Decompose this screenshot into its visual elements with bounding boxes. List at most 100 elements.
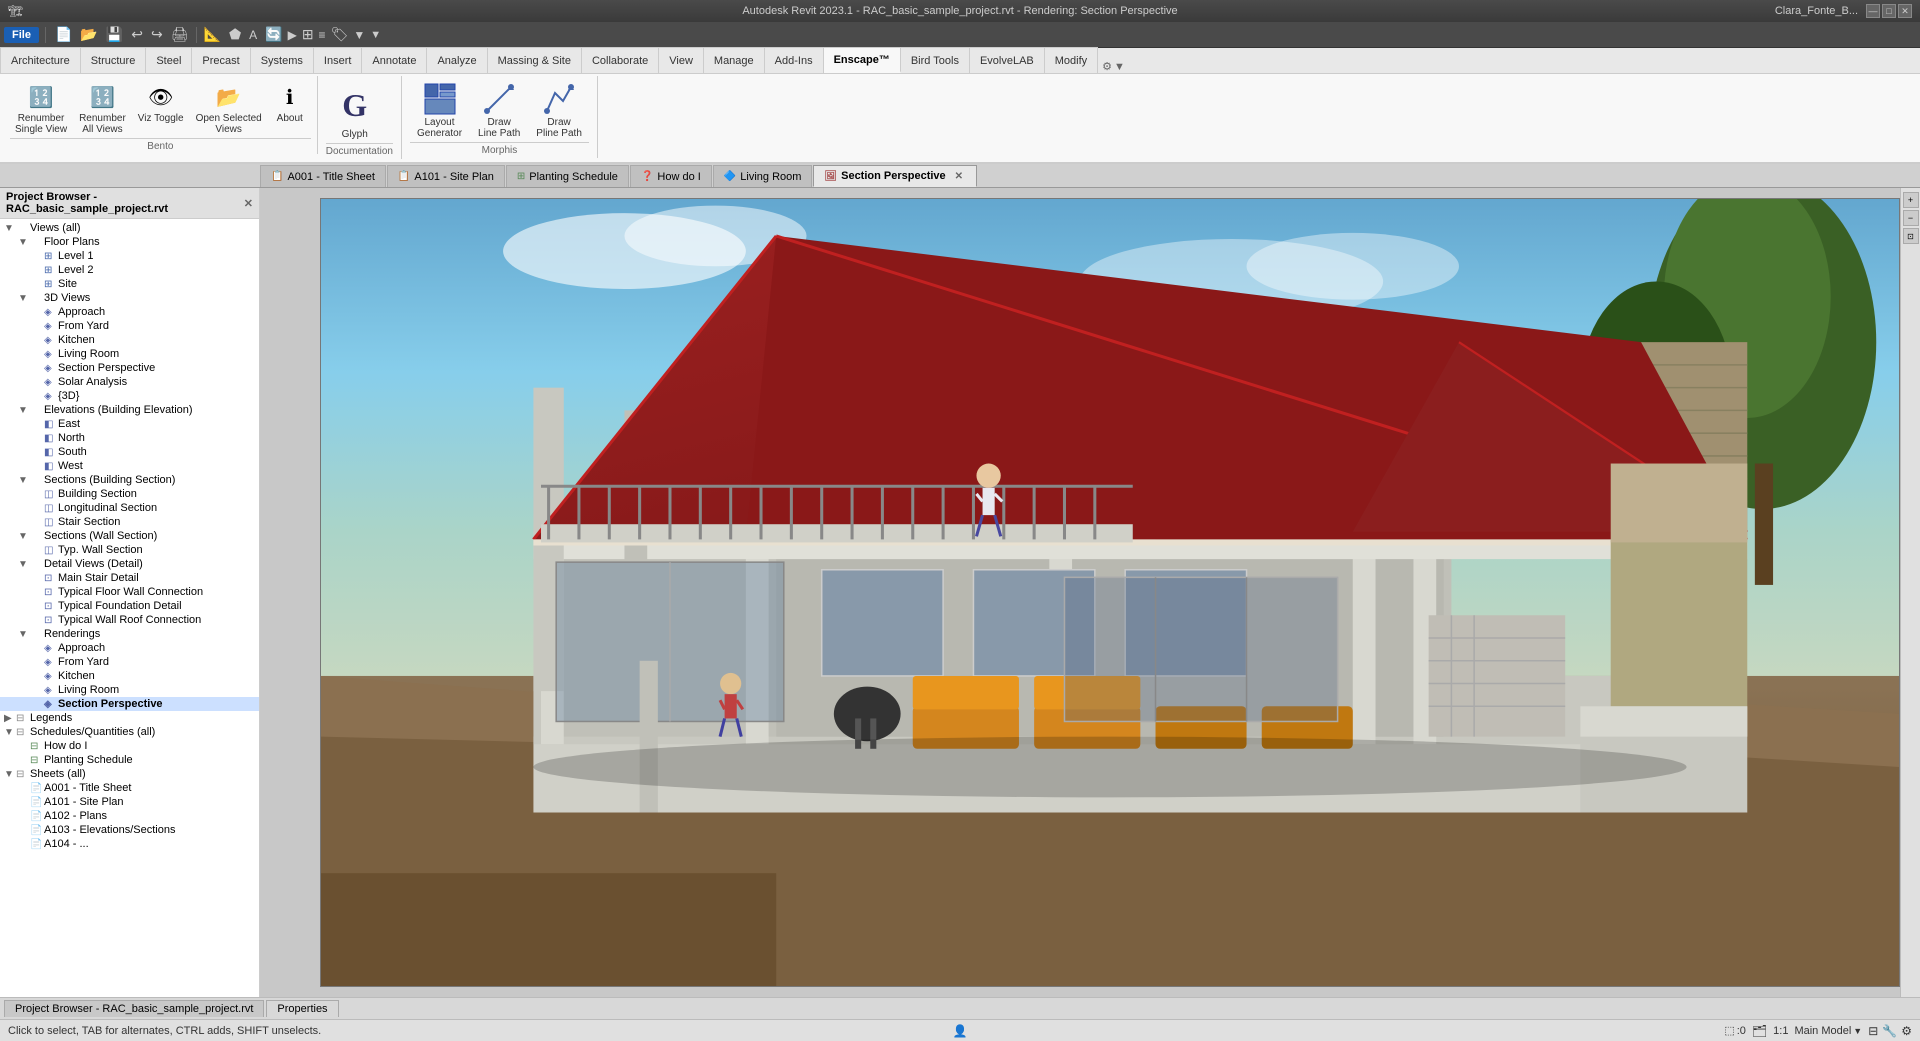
expand-sections-wall[interactable]: ▼ <box>18 531 30 542</box>
tree-north[interactable]: ◧ North <box>0 431 259 445</box>
expand-sheets[interactable]: ▼ <box>4 769 16 780</box>
tree-typical-foundation[interactable]: ⊡ Typical Foundation Detail <box>0 599 259 613</box>
tab-enscape[interactable]: Enscape™ <box>824 47 901 73</box>
tab-bird-tools[interactable]: Bird Tools <box>901 47 970 73</box>
measure-button[interactable]: 📐 <box>201 25 224 44</box>
tree-rendering-approach[interactable]: ◈ Approach <box>0 641 259 655</box>
tree-typical-wall-roof[interactable]: ⊡ Typical Wall Roof Connection <box>0 613 259 627</box>
tree-rendering-section-perspective[interactable]: ◈ Section Perspective <box>0 697 259 711</box>
expand-detail-views[interactable]: ▼ <box>18 559 30 570</box>
draw-line-path-button[interactable]: DrawLine Path <box>471 78 527 142</box>
tree-longitudinal-section[interactable]: ◫ Longitudinal Section <box>0 501 259 515</box>
tree-sheets[interactable]: ▼ ⊟ Sheets (all) <box>0 767 259 781</box>
tab-sectionperspective-close[interactable]: ✕ <box>952 170 966 183</box>
tree-sections-building[interactable]: ▼ Sections (Building Section) <box>0 473 259 487</box>
tab-annotate[interactable]: Annotate <box>362 47 427 73</box>
tree-site[interactable]: ⊞ Site <box>0 277 259 291</box>
draw-pline-path-button[interactable]: DrawPline Path <box>529 78 589 142</box>
browser-tree[interactable]: ▼ Views (all) ▼ Floor Plans ⊞ Level 1 ⊞ … <box>0 219 259 997</box>
tree-a101[interactable]: 📄 A101 - Site Plan <box>0 795 259 809</box>
tab-steel[interactable]: Steel <box>146 47 192 73</box>
tree-detail-views[interactable]: ▼ Detail Views (Detail) <box>0 557 259 571</box>
tab-modify[interactable]: Modify <box>1045 47 1098 73</box>
save-button[interactable]: 💾 <box>103 25 126 44</box>
redo-button[interactable]: ↪ <box>148 25 166 44</box>
expand-legends[interactable]: ▶ <box>4 713 16 724</box>
tree-rendering-from-yard[interactable]: ◈ From Yard <box>0 655 259 669</box>
tree-schedules[interactable]: ▼ ⊟ Schedules/Quantities (all) <box>0 725 259 739</box>
tab-a001[interactable]: 📋 A001 - Title Sheet <box>260 165 386 187</box>
tab-living-room[interactable]: 🔷 Living Room <box>713 165 813 187</box>
tree-a102[interactable]: 📄 A102 - Plans <box>0 809 259 823</box>
tree-approach[interactable]: ◈ Approach <box>0 305 259 319</box>
tab-insert[interactable]: Insert <box>314 47 363 73</box>
project-browser-tab-button[interactable]: Project Browser - RAC_basic_sample_proje… <box>4 1000 264 1017</box>
renumber-single-view-button[interactable]: 🔢 RenumberSingle View <box>10 78 72 138</box>
tree-elevations[interactable]: ▼ Elevations (Building Elevation) <box>0 403 259 417</box>
tab-precast[interactable]: Precast <box>192 47 250 73</box>
tree-3d-views[interactable]: ▼ 3D Views <box>0 291 259 305</box>
layout-generator-button[interactable]: LayoutGenerator <box>410 78 469 142</box>
expand-schedules[interactable]: ▼ <box>4 727 16 738</box>
tree-south[interactable]: ◧ South <box>0 445 259 459</box>
print-button[interactable]: 🖨 <box>168 25 192 44</box>
rendering-viewport[interactable] <box>320 198 1900 987</box>
tree-rendering-living-room[interactable]: ◈ Living Room <box>0 683 259 697</box>
expand-views-all[interactable]: ▼ <box>4 223 16 234</box>
tree-a103[interactable]: 📄 A103 - Elevations/Sections <box>0 823 259 837</box>
tab-planting[interactable]: ⊞ Planting Schedule <box>506 165 629 187</box>
open-button[interactable]: 📂 <box>77 25 100 44</box>
tree-a001[interactable]: 📄 A001 - Title Sheet <box>0 781 259 795</box>
new-button[interactable]: 📄 <box>52 25 75 44</box>
open-selected-views-button[interactable]: 📂 Open SelectedViews <box>191 78 267 138</box>
tree-level1[interactable]: ⊞ Level 1 <box>0 249 259 263</box>
tree-a104[interactable]: 📄 A104 - ... <box>0 837 259 851</box>
viz-toggle-button[interactable]: 👁 Viz Toggle <box>133 78 189 127</box>
zoom-in-button[interactable]: + <box>1903 192 1919 208</box>
qa-dropdown[interactable]: ▼ <box>367 28 384 42</box>
tab-evolvelab[interactable]: EvolveLAB <box>970 47 1045 73</box>
tree-legends[interactable]: ▶ ⊟ Legends <box>0 711 259 725</box>
tab-a101[interactable]: 📋 A101 - Site Plan <box>387 165 505 187</box>
tree-from-yard[interactable]: ◈ From Yard <box>0 319 259 333</box>
properties-tab-button[interactable]: Properties <box>266 1000 338 1017</box>
tree-building-section[interactable]: ◫ Building Section <box>0 487 259 501</box>
tab-structure[interactable]: Structure <box>81 47 147 73</box>
tree-west[interactable]: ◧ West <box>0 459 259 473</box>
zoom-out-button[interactable]: − <box>1903 210 1919 226</box>
tab-section-perspective[interactable]: 🖼 Section Perspective ✕ <box>813 165 977 187</box>
tree-east[interactable]: ◧ East <box>0 417 259 431</box>
tree-sections-wall[interactable]: ▼ Sections (Wall Section) <box>0 529 259 543</box>
tree-kitchen[interactable]: ◈ Kitchen <box>0 333 259 347</box>
tree-renderings[interactable]: ▼ Renderings <box>0 627 259 641</box>
tree-level2[interactable]: ⊞ Level 2 <box>0 263 259 277</box>
close-button[interactable]: ✕ <box>1898 4 1912 18</box>
tree-rendering-kitchen[interactable]: ◈ Kitchen <box>0 669 259 683</box>
tree-how-do-i[interactable]: ⊟ How do I <box>0 739 259 753</box>
tag-button[interactable]: 🏷 <box>328 25 352 44</box>
tab-architecture[interactable]: Architecture <box>0 47 81 73</box>
browser-resize-handle[interactable] <box>255 188 259 997</box>
maximize-button[interactable]: □ <box>1882 4 1896 18</box>
about-button[interactable]: ℹ About <box>269 78 311 127</box>
minimize-button[interactable]: — <box>1866 4 1880 18</box>
expand-sections-building[interactable]: ▼ <box>18 475 30 486</box>
tab-manage[interactable]: Manage <box>704 47 765 73</box>
expand-elevations[interactable]: ▼ <box>18 405 30 416</box>
tab-collaborate[interactable]: Collaborate <box>582 47 659 73</box>
tab-massing[interactable]: Massing & Site <box>488 47 582 73</box>
tree-living-room[interactable]: ◈ Living Room <box>0 347 259 361</box>
tab-view[interactable]: View <box>659 47 704 73</box>
tab-add-ins[interactable]: Add-Ins <box>765 47 824 73</box>
tree-3d-default[interactable]: ◈ {3D} <box>0 389 259 403</box>
glyph-button[interactable]: G Glyph <box>326 78 384 143</box>
tree-section-perspective-3d[interactable]: ◈ Section Perspective <box>0 361 259 375</box>
tree-stair-section[interactable]: ◫ Stair Section <box>0 515 259 529</box>
tree-views-all[interactable]: ▼ Views (all) <box>0 221 259 235</box>
expand-3d-views[interactable]: ▼ <box>18 293 30 304</box>
sync-button[interactable]: 🔄 <box>262 25 285 44</box>
fit-view-button[interactable]: ⊡ <box>1903 228 1919 244</box>
section-box-button[interactable]: ⊞ <box>299 25 317 44</box>
renumber-all-views-button[interactable]: 🔢 RenumberAll Views <box>74 78 131 138</box>
tab-systems[interactable]: Systems <box>251 47 314 73</box>
